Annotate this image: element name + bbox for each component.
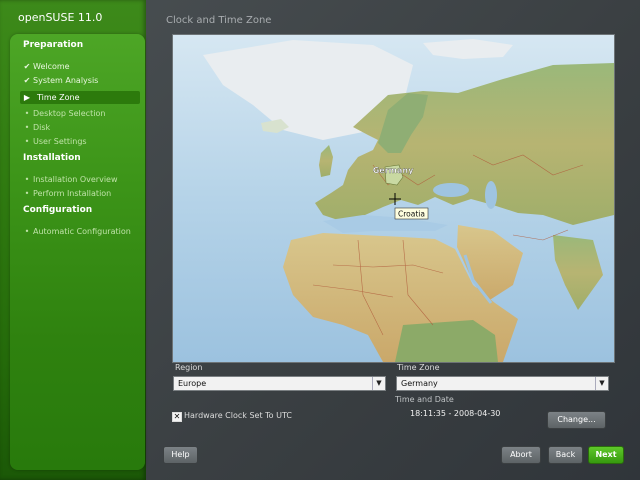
region-label: Region bbox=[175, 363, 203, 372]
next-button[interactable]: Next bbox=[588, 446, 624, 464]
step-label: Perform Installation bbox=[33, 189, 112, 198]
region-select[interactable]: Europe ▼ bbox=[173, 376, 386, 391]
change-button[interactable]: Change... bbox=[547, 411, 606, 429]
section-installation: Installation bbox=[23, 153, 81, 163]
installer-window: openSUSE 11.0 Preparation ✔ Welcome ✔ Sy… bbox=[0, 0, 640, 480]
timezone-select[interactable]: Germany ▼ bbox=[396, 376, 609, 391]
left-panel: openSUSE 11.0 Preparation ✔ Welcome ✔ Sy… bbox=[0, 0, 146, 480]
abort-button[interactable]: Abort bbox=[501, 446, 541, 464]
map-selected-label: Germany bbox=[373, 166, 414, 175]
chevron-down-icon[interactable]: ▼ bbox=[372, 377, 385, 390]
arrow-right-icon: ▶ bbox=[23, 93, 31, 102]
step-automatic-configuration: • Automatic Configuration bbox=[22, 225, 140, 238]
time-and-date-label: Time and Date bbox=[395, 395, 454, 404]
step-label: Desktop Selection bbox=[33, 109, 106, 118]
hardware-clock-label[interactable]: Hardware Clock Set To UTC bbox=[184, 411, 292, 420]
step-label: Installation Overview bbox=[33, 175, 118, 184]
brand-title: openSUSE 11.0 bbox=[18, 11, 103, 24]
step-label: Welcome bbox=[33, 62, 70, 71]
steps-panel: Preparation ✔ Welcome ✔ System Analysis … bbox=[10, 34, 145, 470]
hardware-clock-checkbox[interactable]: ✕ bbox=[172, 412, 182, 422]
time-and-date-value: 18:11:35 - 2008-04-30 bbox=[410, 409, 501, 418]
help-button[interactable]: Help bbox=[163, 446, 198, 464]
page-title: Clock and Time Zone bbox=[166, 15, 272, 26]
time-zone-map[interactable]: Germany Croatia bbox=[172, 34, 615, 363]
timezone-label: Time Zone bbox=[397, 363, 440, 372]
step-time-zone: ▶ Time Zone bbox=[20, 91, 140, 104]
step-desktop-selection: • Desktop Selection bbox=[22, 107, 140, 120]
bullet-icon: • bbox=[24, 109, 30, 118]
check-icon: ✔ bbox=[23, 76, 31, 85]
step-installation-overview: • Installation Overview bbox=[22, 173, 140, 186]
back-button[interactable]: Back bbox=[548, 446, 583, 464]
step-label: Time Zone bbox=[37, 93, 80, 102]
step-label: Automatic Configuration bbox=[33, 227, 131, 236]
black-sea bbox=[433, 183, 469, 197]
timezone-value: Germany bbox=[401, 379, 438, 388]
step-user-settings: • User Settings bbox=[22, 135, 140, 148]
bullet-icon: • bbox=[24, 227, 30, 236]
hover-tooltip-label: Croatia bbox=[398, 210, 425, 219]
chevron-down-icon[interactable]: ▼ bbox=[595, 377, 608, 390]
bullet-icon: • bbox=[24, 189, 30, 198]
bullet-icon: • bbox=[24, 123, 30, 132]
step-label: User Settings bbox=[33, 137, 87, 146]
step-welcome: ✔ Welcome bbox=[22, 60, 140, 73]
bullet-icon: • bbox=[24, 137, 30, 146]
world-map[interactable]: Germany Croatia bbox=[173, 35, 614, 362]
caspian-sea bbox=[485, 181, 497, 209]
check-icon: ✔ bbox=[23, 62, 31, 71]
step-label: System Analysis bbox=[33, 76, 99, 85]
section-preparation: Preparation bbox=[23, 40, 84, 50]
bullet-icon: • bbox=[24, 175, 30, 184]
step-label: Disk bbox=[33, 123, 51, 132]
step-system-analysis: ✔ System Analysis bbox=[22, 74, 140, 87]
step-perform-installation: • Perform Installation bbox=[22, 187, 140, 200]
section-configuration: Configuration bbox=[23, 205, 93, 215]
region-value: Europe bbox=[178, 379, 207, 388]
step-disk: • Disk bbox=[22, 121, 140, 134]
